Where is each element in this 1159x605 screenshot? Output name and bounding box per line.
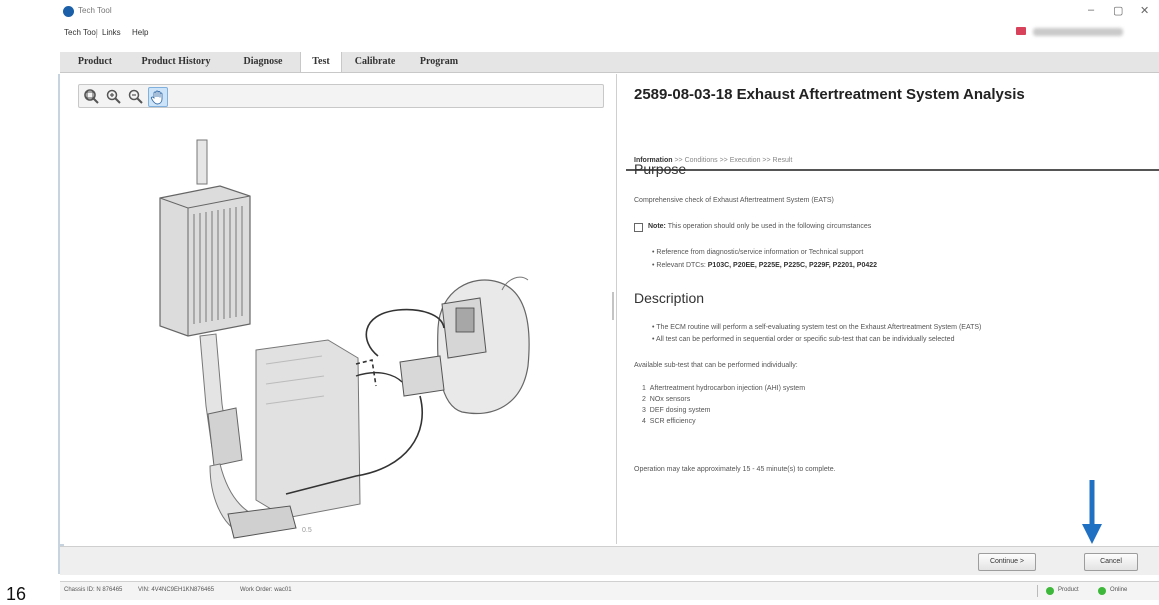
continue-button[interactable]: Continue > [978, 553, 1036, 571]
zoom-in-icon[interactable] [104, 87, 122, 105]
duration-text: Operation may take approximately 15 - 45… [634, 466, 836, 473]
circumstance-item-1: • Reference from diagnostic/service info… [652, 249, 864, 256]
menu-bar: Tech Tool Links Help [58, 22, 1159, 44]
window-title: Tech Tool [78, 6, 112, 15]
tab-calibrate[interactable]: Calibrate [342, 52, 408, 72]
breadcrumb-divider [626, 169, 1159, 171]
action-bar: Continue > Cancel [60, 546, 1159, 575]
pan-hand-icon[interactable] [148, 87, 168, 107]
purpose-text: Comprehensive check of Exhaust Aftertrea… [634, 197, 834, 204]
subtest-item-2: 2 NOx sensors [642, 396, 691, 403]
vin-number: VIN: 4V4NC9EH1KN876465 [138, 587, 215, 593]
tab-program[interactable]: Program [410, 52, 468, 72]
tab-test[interactable]: Test [300, 52, 342, 72]
zoom-fit-icon[interactable] [82, 87, 100, 105]
circumstance-item-2: • Relevant DTCs: P103C, P20EE, P225E, P2… [652, 262, 878, 269]
note-line: Note: This operation should only be used… [648, 223, 871, 230]
status-separator [1037, 585, 1038, 597]
illustration-panel: 0.5 [60, 74, 617, 544]
subtest-item-1: 1 Aftertreatment hydrocarbon injection (… [642, 385, 806, 392]
title-bar: Tech Tool – ▢ ✕ [58, 0, 1159, 22]
maximize-button[interactable]: ▢ [1113, 4, 1123, 17]
image-toolbar [78, 84, 604, 108]
panel-splitter[interactable] [612, 292, 614, 320]
notification-flag-icon[interactable] [1016, 27, 1026, 35]
subtests-intro: Available sub-test that can be performed… [634, 362, 798, 369]
description-heading: Description [634, 290, 705, 306]
cancel-button[interactable]: Cancel [1084, 553, 1138, 571]
tab-product[interactable]: Product [66, 52, 124, 72]
note-text: This operation should only be used in th… [667, 223, 872, 230]
description-item-1: • The ECM routine will perform a self-ev… [652, 324, 982, 331]
tech-tool-app-icon [63, 6, 74, 17]
description-item-2: • All test can be performed in sequentia… [652, 336, 955, 343]
subtest-item-4: 4 SCR efficiency [642, 418, 696, 425]
product-status-label: Product [1058, 587, 1079, 593]
page-number: 16 [6, 584, 27, 604]
operation-title: 2589-08-03-18 Exhaust Aftertreatment Sys… [634, 86, 1025, 103]
work-order: Work Order: wac01 [240, 587, 292, 593]
minimize-button[interactable]: – [1088, 4, 1094, 16]
down-arrow-annotation-icon [1082, 480, 1102, 544]
note-label: Note: [648, 223, 666, 230]
tech-tool-window: Tech Tool – ▢ ✕ Tech Tool Links Help Pro… [58, 0, 1159, 603]
tab-diagnose[interactable]: Diagnose [228, 52, 298, 72]
online-status-icon [1098, 587, 1106, 595]
online-status-label: Online [1110, 587, 1128, 593]
menu-separator [96, 29, 97, 38]
breadcrumb-rest: >> Conditions >> Execution >> Result [674, 157, 793, 164]
product-status-icon [1046, 587, 1054, 595]
menu-tech-tool[interactable]: Tech Tool [64, 28, 98, 37]
purpose-heading: Purpose [634, 161, 687, 177]
note-icon [634, 223, 643, 232]
status-bar: Chassis ID: N 876465 VIN: 4V4NC9EH1KN876… [60, 581, 1159, 600]
subtest-item-3: 3 DEF dosing system [642, 407, 711, 414]
main-tab-bar: Product Product History Diagnose Test Ca… [60, 52, 1159, 73]
tab-product-history[interactable]: Product History [126, 52, 226, 72]
eats-system-diagram: 0.5 [159, 139, 530, 539]
chassis-id: Chassis ID: N 876465 [64, 587, 123, 593]
close-button[interactable]: ✕ [1140, 4, 1149, 17]
dtc-codes: P103C, P20EE, P225E, P225C, P229F, P2201… [707, 262, 878, 269]
menu-links[interactable]: Links [102, 28, 121, 37]
zoom-out-icon[interactable] [126, 87, 144, 105]
menu-help[interactable]: Help [132, 28, 148, 37]
svg-text:0.5: 0.5 [302, 527, 312, 534]
operation-info-panel: 2589-08-03-18 Exhaust Aftertreatment Sys… [618, 74, 1159, 544]
user-info-redacted [1033, 28, 1123, 36]
